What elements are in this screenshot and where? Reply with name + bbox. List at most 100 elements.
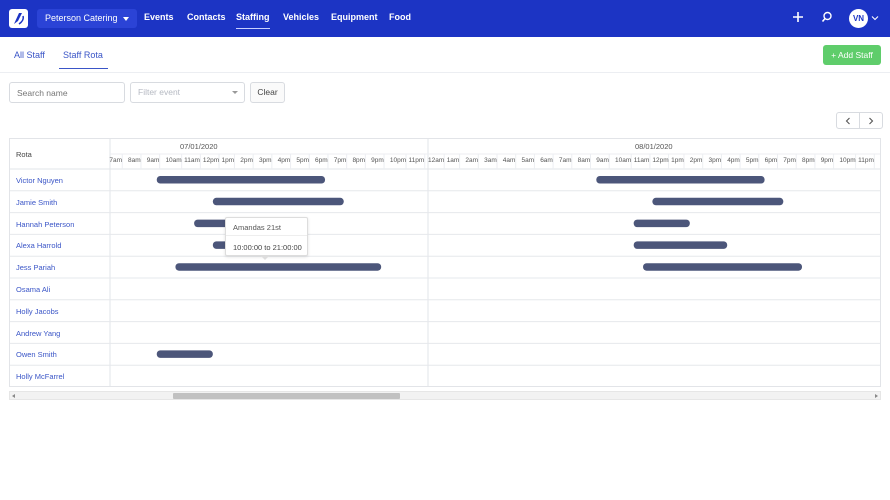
shift-bar[interactable] (175, 263, 382, 271)
staff-name[interactable]: Holly McFarrel (16, 372, 64, 381)
hour-label: 8am (577, 157, 591, 164)
chevron-down-icon[interactable] (871, 14, 879, 22)
shift-bar[interactable] (156, 176, 326, 184)
nav-link-food[interactable]: Food (389, 12, 411, 22)
tab-staff-rota[interactable]: Staff Rota (59, 50, 108, 69)
hour-label: 12am (428, 157, 445, 164)
subtabs-bar: All Staff Staff Rota (0, 37, 890, 73)
tooltip-divider (226, 235, 307, 236)
shift-bar[interactable] (643, 263, 802, 271)
hour-label: 4am (502, 157, 516, 164)
nav-link-events[interactable]: Events (144, 12, 174, 22)
add-staff-button[interactable]: + Add Staff (823, 45, 881, 65)
scrollbar-thumb[interactable] (173, 393, 400, 399)
staff-name[interactable]: Jamie Smith (16, 198, 57, 207)
tooltip-time: 10:00:00 to 21:00:00 (233, 243, 302, 252)
hour-label: 3pm (708, 157, 722, 164)
company-name: Peterson Catering (45, 13, 118, 23)
hour-label: 1pm (671, 157, 684, 164)
hour-label: 9am (146, 157, 160, 164)
company-selector[interactable]: Peterson Catering (37, 9, 137, 28)
staff-name[interactable]: Alexa Harrold (16, 241, 61, 250)
hour-label: 9am (596, 157, 609, 164)
rota-grid-lines (10, 139, 880, 386)
hour-label: 6pm (764, 157, 778, 164)
caret-down-icon (122, 16, 129, 21)
shift-tooltip: Amandas 21st 10:00:00 to 21:00:00 (225, 217, 308, 260)
prev-button[interactable] (836, 112, 860, 129)
nav-link-contacts[interactable]: Contacts (187, 12, 226, 22)
hour-label: 1pm (221, 157, 235, 164)
shift-bar[interactable] (633, 219, 690, 228)
chevron-left-icon (845, 117, 850, 125)
chevron-right-icon (869, 117, 874, 125)
avatar[interactable]: VN (849, 9, 868, 28)
hour-label: 11am (633, 157, 650, 164)
hour-label: 4pm (727, 157, 740, 164)
shift-bar[interactable] (652, 197, 784, 206)
staff-name[interactable]: Osama Ali (16, 285, 50, 294)
shift-bar[interactable] (212, 197, 344, 206)
horizontal-scrollbar[interactable] (9, 391, 881, 400)
hour-label: 12pm (202, 157, 220, 164)
staff-name[interactable]: Victor Nguyen (16, 176, 63, 185)
hour-label: 2pm (240, 157, 253, 164)
hour-label: 6pm (315, 157, 328, 164)
nav-link-staffing[interactable]: Staffing (236, 12, 270, 29)
hour-label: 5pm (745, 157, 759, 164)
staff-name[interactable]: Owen Smith (16, 350, 57, 359)
top-navbar: Peterson Catering Events Contacts Staffi… (0, 0, 890, 37)
nav-link-vehicles[interactable]: Vehicles (283, 12, 319, 22)
hour-label: 8pm (352, 157, 366, 164)
hour-label: 2am (465, 157, 479, 164)
rota-grid: Rota 7am 8am 9am 10am 11am 12pm 1pm 2pm 3pm 4pm 5p… (9, 138, 881, 387)
rota-header-label: Rota (16, 150, 32, 159)
hour-label: 6am (540, 157, 553, 164)
hour-label: 12pm (652, 157, 669, 164)
hour-label: 11pm (408, 157, 425, 164)
shift-bar[interactable] (596, 176, 765, 184)
hour-label: 7pm (333, 157, 347, 164)
clear-button[interactable]: Clear (250, 82, 285, 103)
hour-label: 11am (184, 157, 200, 164)
date-label-1: 07/01/2020 (180, 142, 218, 151)
staff-name[interactable]: Jess Pariah (16, 263, 55, 272)
hour-label: 10pm (839, 157, 856, 164)
shift-bar[interactable] (633, 241, 728, 249)
logo-icon[interactable] (9, 9, 28, 28)
date-label-2: 08/01/2020 (635, 142, 673, 151)
shift-bar[interactable] (156, 350, 213, 358)
staff-name[interactable]: Andrew Yang (16, 329, 60, 338)
search-name-input[interactable] (9, 82, 125, 103)
hour-label: 8pm (802, 157, 815, 164)
plus-icon[interactable] (792, 11, 804, 23)
nav-link-equipment[interactable]: Equipment (331, 12, 378, 22)
scroll-left-icon[interactable] (12, 394, 15, 398)
search-icon[interactable] (821, 11, 833, 23)
hour-label: 11pm (858, 157, 874, 164)
hour-label: 10am (165, 157, 182, 164)
hour-label: 5am (521, 157, 535, 164)
tooltip-arrow (261, 256, 269, 260)
hour-label: 3am (484, 157, 497, 164)
staff-name[interactable]: Holly Jacobs (16, 307, 59, 316)
filter-event-placeholder: Filter event (138, 87, 181, 97)
hour-label: 2pm (689, 157, 703, 164)
filter-event-select[interactable]: Filter event (130, 82, 245, 103)
hour-label: 9pm (820, 157, 834, 164)
hour-label: 4pm (277, 157, 291, 164)
hour-label: 9pm (371, 157, 384, 164)
hour-label: 7pm (783, 157, 796, 164)
tooltip-title: Amandas 21st (233, 223, 281, 232)
scroll-right-icon[interactable] (875, 394, 878, 398)
hour-label: 3pm (258, 157, 272, 164)
chevron-down-icon (232, 91, 238, 94)
hour-label: 8am (128, 157, 141, 164)
next-button[interactable] (859, 112, 883, 129)
hour-label: 10am (615, 157, 632, 164)
tab-all-staff[interactable]: All Staff (14, 50, 45, 60)
staff-name[interactable]: Hannah Peterson (16, 220, 74, 229)
hour-label: 10pm (389, 157, 407, 164)
hour-label: 5pm (296, 157, 309, 164)
hour-label: 1am (446, 157, 460, 164)
